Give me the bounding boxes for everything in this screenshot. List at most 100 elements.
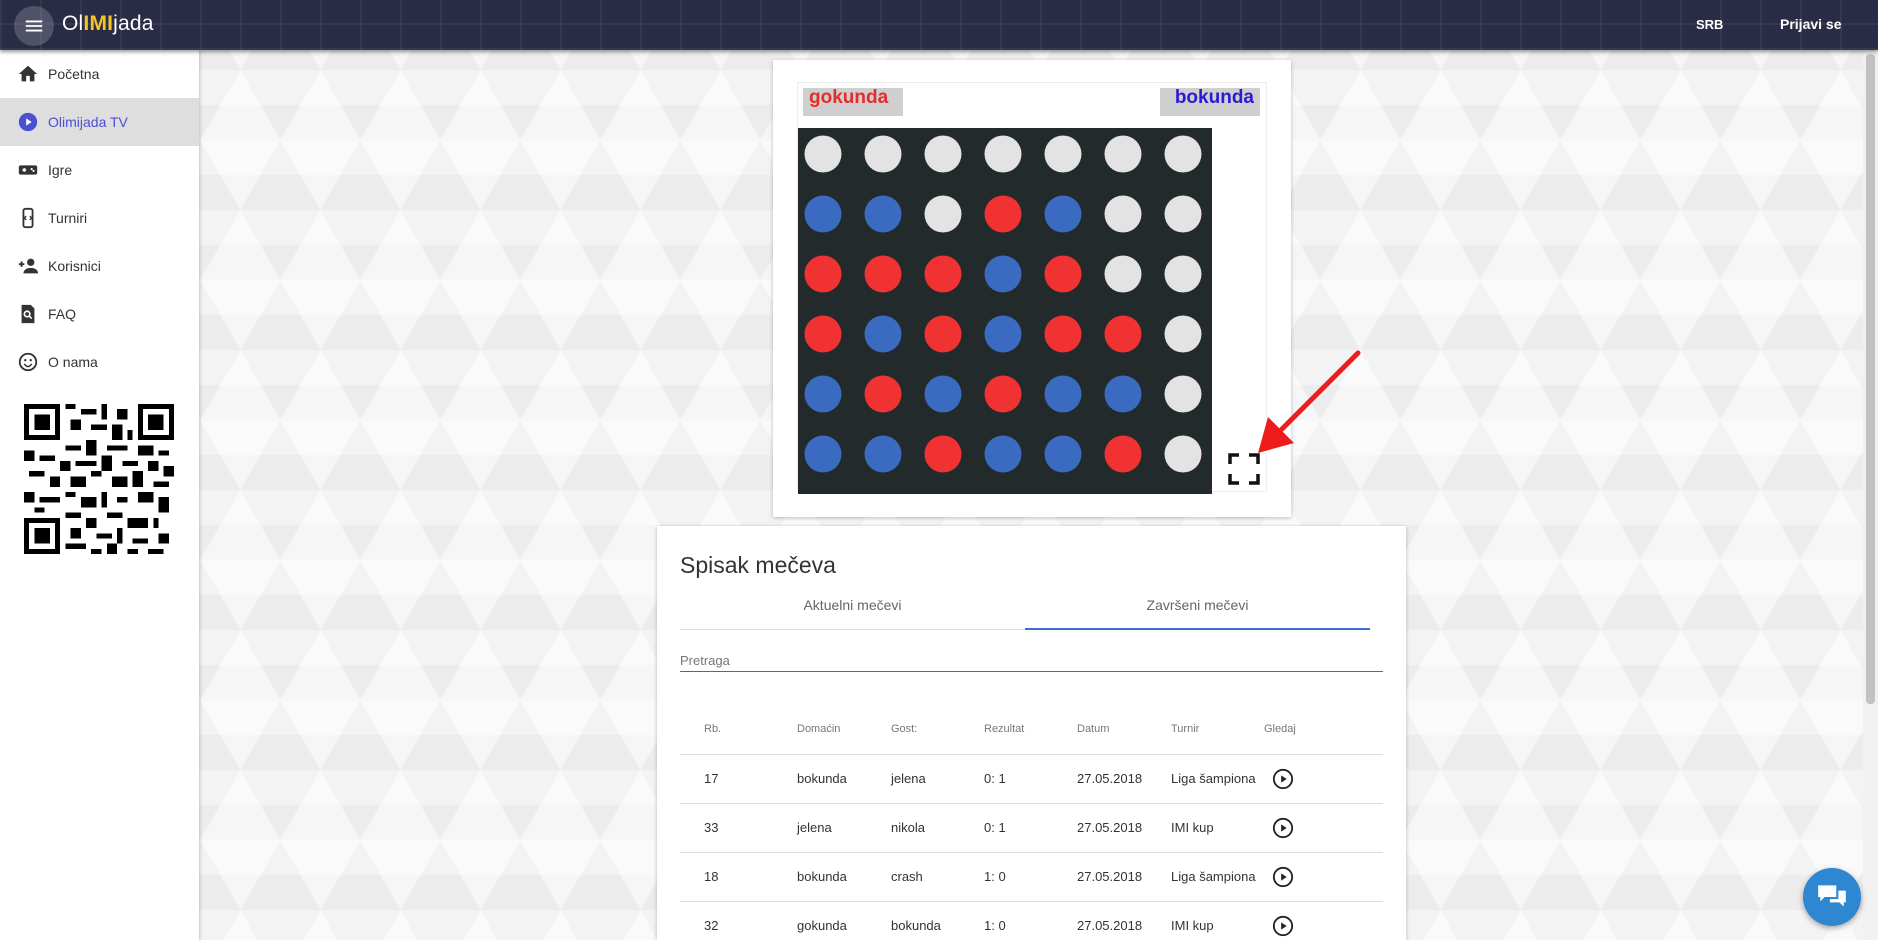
sidebar: Početna Olimijada TV Igre Turniri Korisn… xyxy=(0,50,199,940)
empty-slot xyxy=(1164,375,1202,413)
cell-date: 27.05.2018 xyxy=(1077,754,1171,804)
empty-slot xyxy=(924,135,962,173)
blue-disc xyxy=(984,435,1022,473)
search-doc-icon xyxy=(16,302,40,326)
sidebar-item-igre[interactable]: Igre xyxy=(0,146,199,194)
game-canvas: gokunda bokunda xyxy=(797,82,1267,494)
cell-home: bokunda xyxy=(797,754,891,804)
cell-date: 27.05.2018 xyxy=(1077,852,1171,902)
cell-watch xyxy=(1264,803,1383,853)
cell-date: 27.05.2018 xyxy=(1077,803,1171,853)
red-disc xyxy=(924,255,962,293)
empty-slot xyxy=(1044,135,1082,173)
home-icon xyxy=(16,62,40,86)
language-selector[interactable]: SRB xyxy=(1696,17,1723,32)
match-tabs: Aktuelni mečevi Završeni mečevi xyxy=(680,590,1370,630)
sidebar-item-label: FAQ xyxy=(48,306,77,322)
red-disc xyxy=(864,375,902,413)
sidebar-item-label: Igre xyxy=(48,162,73,178)
play-circle-icon[interactable] xyxy=(1272,866,1294,888)
empty-slot xyxy=(1164,255,1202,293)
tab-finished-matches[interactable]: Završeni mečevi xyxy=(1025,590,1370,630)
annotation-arrow xyxy=(1258,350,1361,453)
play-circle-icon[interactable] xyxy=(1272,817,1294,839)
cell-watch xyxy=(1264,754,1383,804)
sidebar-item-label: O nama xyxy=(48,354,98,370)
blue-disc xyxy=(804,435,842,473)
column-header: Turnir xyxy=(1171,704,1264,755)
smiley-icon xyxy=(16,350,40,374)
sidebar-item-pocetna[interactable]: Početna xyxy=(0,50,199,98)
cell-date: 27.05.2018 xyxy=(1077,901,1171,940)
chat-bubbles-icon xyxy=(1818,885,1846,907)
add-user-icon xyxy=(16,254,40,278)
play-circle-icon[interactable] xyxy=(1272,768,1294,790)
cell-rb: 32 xyxy=(680,901,797,940)
fullscreen-icon[interactable] xyxy=(1228,453,1260,485)
column-header: Domaćin xyxy=(797,704,891,755)
column-header: Datum xyxy=(1077,704,1171,755)
page-scrollbar[interactable] xyxy=(1863,50,1878,940)
blue-disc xyxy=(984,315,1022,353)
cell-guest: jelena xyxy=(891,754,984,804)
search-input[interactable] xyxy=(680,650,1383,672)
cell-watch xyxy=(1264,852,1383,902)
menu-icon xyxy=(25,20,43,32)
cell-tournament: IMI kup xyxy=(1171,901,1264,940)
sidebar-item-o-nama[interactable]: O nama xyxy=(0,338,199,386)
empty-slot xyxy=(924,195,962,233)
match-list-card: Spisak mečeva Aktuelni mečevi Završeni m… xyxy=(657,526,1406,940)
sidebar-item-olimijada-tv[interactable]: Olimijada TV xyxy=(0,98,199,146)
play-circle-icon xyxy=(16,110,40,134)
blue-disc xyxy=(1104,375,1142,413)
blue-disc xyxy=(1044,435,1082,473)
app-logo[interactable]: OlIMIjada xyxy=(62,12,154,36)
red-disc xyxy=(924,435,962,473)
cell-watch xyxy=(1264,901,1383,940)
sidebar-item-label: Korisnici xyxy=(48,258,101,274)
column-header: Gledaj xyxy=(1264,704,1383,755)
blue-disc xyxy=(864,315,902,353)
sidebar-item-turniri[interactable]: Turniri xyxy=(0,194,199,242)
cell-home: gokunda xyxy=(797,901,891,940)
sidebar-item-label: Početna xyxy=(48,66,100,82)
sidebar-item-label: Turniri xyxy=(48,210,88,226)
empty-slot xyxy=(1164,135,1202,173)
hamburger-menu-button[interactable] xyxy=(14,6,54,46)
play-circle-icon[interactable] xyxy=(1272,915,1294,937)
sidebar-item-korisnici[interactable]: Korisnici xyxy=(0,242,199,290)
chat-button[interactable] xyxy=(1803,868,1861,926)
table-row: 18 bokunda crash 1: 0 27.05.2018 Liga ša… xyxy=(680,852,1383,902)
empty-slot xyxy=(864,135,902,173)
red-disc xyxy=(804,315,842,353)
cell-rb: 18 xyxy=(680,852,797,902)
cell-home: jelena xyxy=(797,803,891,853)
empty-slot xyxy=(1104,195,1142,233)
cell-result: 1: 0 xyxy=(984,901,1077,940)
gamepad-icon xyxy=(16,158,40,182)
tab-current-matches[interactable]: Aktuelni mečevi xyxy=(680,590,1025,630)
red-disc xyxy=(1104,435,1142,473)
red-disc xyxy=(804,255,842,293)
login-button[interactable]: Prijavi se xyxy=(1780,16,1842,32)
empty-slot xyxy=(1164,435,1202,473)
red-disc xyxy=(1104,315,1142,353)
sidebar-item-faq[interactable]: FAQ xyxy=(0,290,199,338)
qr-code xyxy=(24,404,174,554)
cell-result: 0: 1 xyxy=(984,754,1077,804)
blue-disc xyxy=(1044,195,1082,233)
cell-tournament: IMI kup xyxy=(1171,803,1264,853)
empty-slot xyxy=(1104,135,1142,173)
red-disc xyxy=(864,255,902,293)
empty-slot xyxy=(804,135,842,173)
player-right-name: bokunda xyxy=(1160,88,1260,116)
red-disc xyxy=(1044,255,1082,293)
scrollbar-thumb[interactable] xyxy=(1866,54,1875,704)
blue-disc xyxy=(864,435,902,473)
red-disc xyxy=(984,375,1022,413)
blue-disc xyxy=(1044,375,1082,413)
cell-result: 1: 0 xyxy=(984,852,1077,902)
cell-rb: 17 xyxy=(680,754,797,804)
connect-four-board xyxy=(798,128,1212,494)
blue-disc xyxy=(924,375,962,413)
